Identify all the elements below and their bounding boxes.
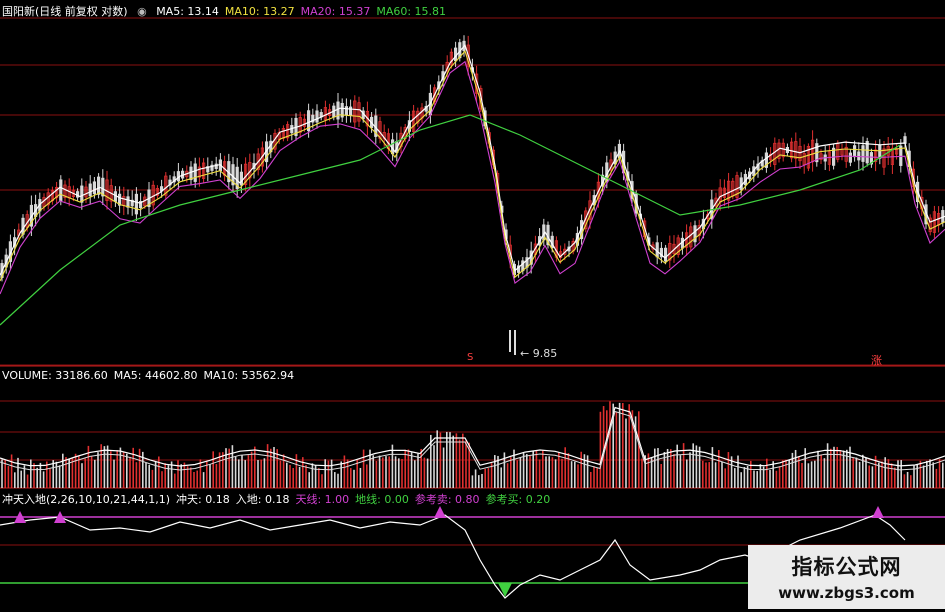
candle-body xyxy=(193,163,197,182)
candle-body xyxy=(97,176,101,195)
signal-marker-left: S xyxy=(467,352,474,363)
price-ma-label-1: MA10: 13.27 xyxy=(224,5,295,18)
signal-marker-right: 涨 xyxy=(871,354,882,367)
candle-body xyxy=(853,145,857,158)
price-ma-label-3: MA60: 15.81 xyxy=(376,5,447,18)
volume-label-0: VOLUME: 33186.60 xyxy=(2,369,108,382)
volume-legend: VOLUME: 33186.60 MA5: 44602.80 MA10: 53562… xyxy=(2,369,300,382)
indicator-label-2: 入地: 0.18 xyxy=(235,493,290,506)
volume-ma5-line xyxy=(0,406,945,467)
candle-body xyxy=(857,151,861,161)
candle-body xyxy=(878,144,882,159)
indicator-legend: 冲天入地(2,26,10,10,21,44,1,1) 冲天: 0.18 入地: 0.… xyxy=(2,493,556,506)
ma60-line xyxy=(0,114,901,326)
stock-chart[interactable]: 国阳新(日线 前复权 对数) ◉ MA5: 13.14 MA10: 13.27 MA… xyxy=(0,0,945,609)
watermark-url: www.zbgs3.com xyxy=(778,584,915,602)
candle-body xyxy=(88,183,92,197)
sell-signal-spike xyxy=(434,506,446,518)
price-ma-label-2: MA20: 15.37 xyxy=(300,5,371,18)
candle-body xyxy=(80,185,84,203)
watermark-box: 指标公式网 www.zbgs3.com xyxy=(748,545,945,609)
candle-body xyxy=(865,141,869,164)
low-price-marker: ← 9.85 xyxy=(520,347,558,360)
buy-signal-spike xyxy=(498,583,512,597)
indicator-label-5: 参考卖: 0.80 xyxy=(414,493,480,506)
candle-body xyxy=(739,177,743,191)
low-price-value: 9.85 xyxy=(532,347,558,360)
indicator-label-4: 地线: 0.00 xyxy=(355,493,409,506)
candle-body xyxy=(134,193,138,215)
indicator-label-1: 冲天: 0.18 xyxy=(176,493,230,506)
candle-body xyxy=(848,152,853,163)
indicator-label-6: 参考买: 0.20 xyxy=(485,493,551,506)
volume-header: VOLUME: 33186.60 MA5: 44602.80 MA10: 53562… xyxy=(2,369,306,382)
volume-label-2: MA10: 53562.94 xyxy=(203,369,295,382)
indicator-label-0: 冲天入地(2,26,10,10,21,44,1,1) xyxy=(2,493,171,506)
candle-body xyxy=(348,106,353,116)
candle-body xyxy=(315,110,319,123)
candle-body xyxy=(92,181,96,195)
indicator-label-3: 天线: 1.00 xyxy=(295,493,350,506)
price-title: 国阳新(日线 前复权 对数) xyxy=(2,5,128,18)
sell-signal-spike xyxy=(872,506,884,518)
price-ma-label-0: MA5: 13.14 xyxy=(156,5,219,18)
candle-body xyxy=(903,136,907,144)
candle-body xyxy=(59,179,63,201)
candle-body xyxy=(861,145,865,162)
settings-icon[interactable]: ◉ xyxy=(137,5,147,18)
price-ma-legend: MA5: 13.14 MA10: 13.27 MA20: 15.37 MA60: 15… xyxy=(156,5,452,18)
candle-body xyxy=(189,166,193,181)
ma20-line xyxy=(0,60,945,295)
price-header: 国阳新(日线 前复权 对数) ◉ MA5: 13.14 MA10: 13.27 MA… xyxy=(2,3,458,19)
candle-body xyxy=(126,196,130,208)
indicator-line xyxy=(0,514,761,599)
indicator-header: 冲天入地(2,26,10,10,21,44,1,1) 冲天: 0.18 入地: 0.… xyxy=(2,491,562,507)
volume-label-1: MA5: 44602.80 xyxy=(113,369,198,382)
volume-ma10-line xyxy=(0,410,945,471)
chart-canvas[interactable] xyxy=(0,0,945,609)
watermark-title: 指标公式网 xyxy=(791,555,902,579)
candle-body xyxy=(344,106,349,116)
candle-body xyxy=(664,247,668,262)
